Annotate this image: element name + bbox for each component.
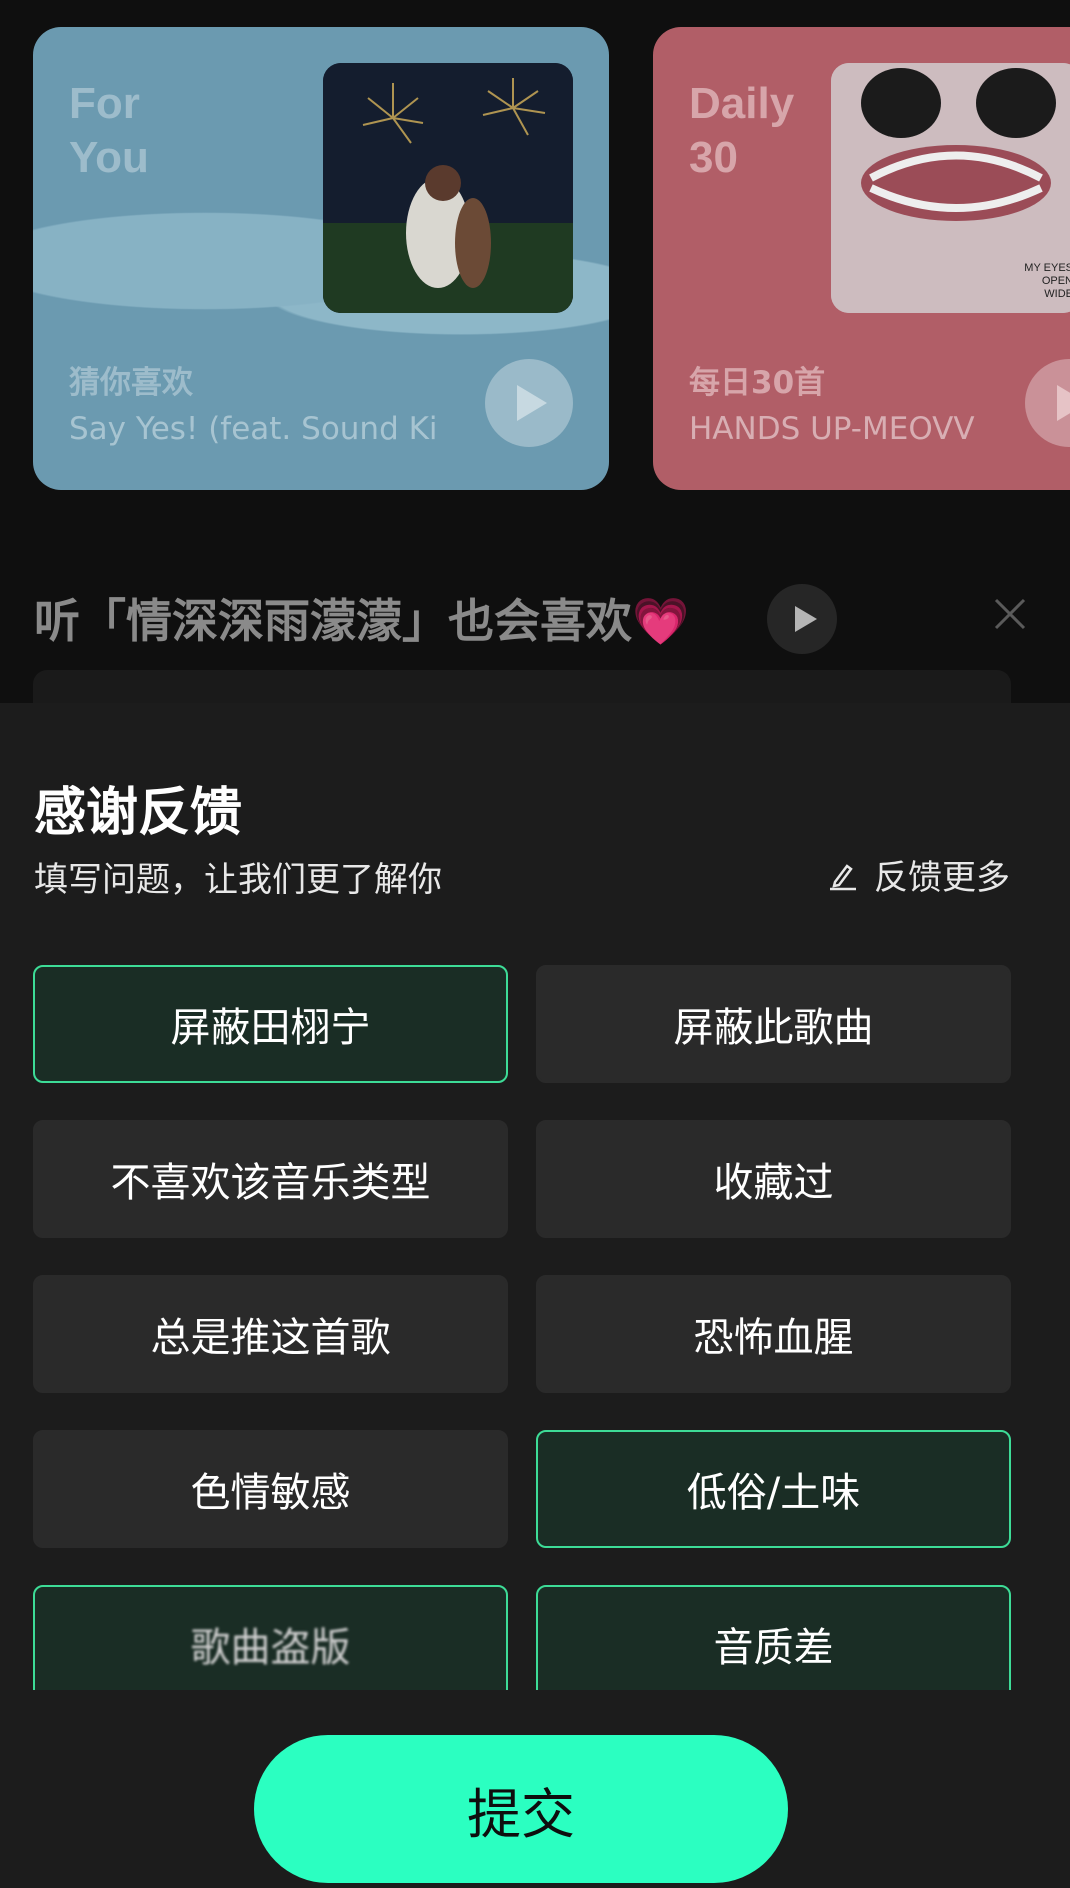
feedback-options: 屏蔽田栩宁 屏蔽此歌曲 不喜欢该音乐类型 收藏过 总是推这首歌 恐怖血腥 色情敏… [33, 965, 1011, 1690]
sheet-title: 感谢反馈 [34, 783, 243, 843]
play-icon [1057, 385, 1070, 421]
option-vulgar[interactable]: 低俗/土味 [536, 1430, 1011, 1548]
card-subtitle: 猜你喜欢 [69, 365, 193, 401]
option-sexual[interactable]: 色情敏感 [33, 1430, 508, 1548]
option-repeated[interactable]: 总是推这首歌 [33, 1275, 508, 1393]
play-icon [795, 606, 817, 632]
play-button[interactable] [485, 359, 573, 447]
option-block-artist[interactable]: 屏蔽田栩宁 [33, 965, 508, 1083]
play-icon [517, 385, 547, 421]
album-text-line: OPEN [1041, 275, 1070, 287]
recommend-title: 听「情深深雨濛濛」也会喜欢💗 [34, 594, 690, 648]
card-title: For You [69, 79, 149, 182]
album-text-line: MY EYES [1024, 262, 1070, 274]
option-pirated[interactable]: 歌曲盗版 [33, 1585, 508, 1690]
feedback-more-link[interactable]: 反馈更多 [826, 850, 1010, 899]
card-subtitle: 每日30首 [689, 365, 826, 401]
background-feed: For You 猜你喜欢 Say Yes! (feat. Sound Ki Da… [0, 0, 1070, 730]
card-title: Daily 30 [689, 79, 795, 182]
option-dislike-genre[interactable]: 不喜欢该音乐类型 [33, 1120, 508, 1238]
option-gore[interactable]: 恐怖血腥 [536, 1275, 1011, 1393]
album-cover [323, 63, 573, 313]
card-track: Say Yes! (feat. Sound Ki [69, 411, 438, 447]
album-cover: MY EYES OPEN WIDE [831, 63, 1070, 313]
album-text-line: WIDE [1044, 288, 1070, 300]
for-you-card[interactable]: For You 猜你喜欢 Say Yes! (feat. Sound Ki [33, 27, 609, 490]
option-poor-quality[interactable]: 音质差 [536, 1585, 1011, 1690]
recommend-play-button[interactable] [767, 584, 837, 654]
play-button[interactable] [1025, 359, 1070, 447]
option-already-saved[interactable]: 收藏过 [536, 1120, 1011, 1238]
daily-30-card[interactable]: Daily 30 MY EYES OPEN WIDE 每日30首 HANDS U… [653, 27, 1070, 490]
edit-icon [830, 863, 856, 890]
submit-button[interactable]: 提交 [254, 1735, 788, 1883]
option-block-song[interactable]: 屏蔽此歌曲 [536, 965, 1011, 1083]
feedback-more-label: 反馈更多 [874, 858, 1010, 898]
close-icon[interactable] [990, 594, 1030, 634]
card-track: HANDS UP-MEOVV [689, 411, 975, 447]
sheet-subtitle: 填写问题，让我们更了解你 [34, 860, 442, 900]
